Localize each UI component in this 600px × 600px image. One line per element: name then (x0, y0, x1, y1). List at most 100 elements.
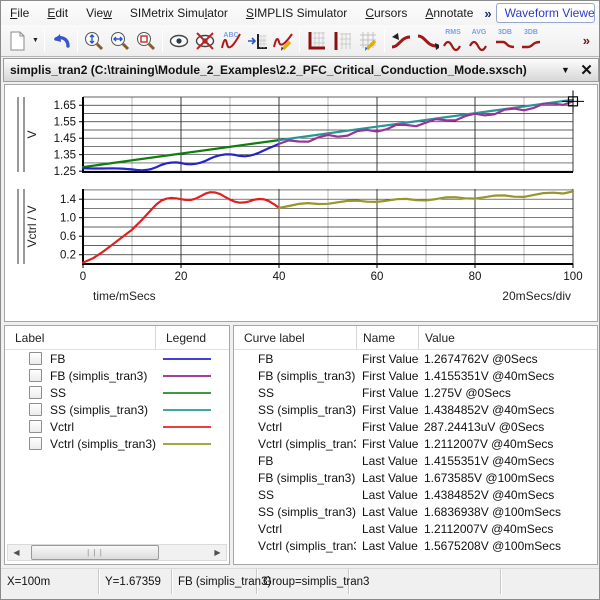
avg-button[interactable]: AVG (466, 28, 492, 54)
waveform-plot[interactable]: 1.251.351.451.551.65V0.20.61.01.40204060… (5, 85, 597, 287)
viewer-mode-value: Waveform Viewer (497, 6, 595, 20)
plot-area[interactable]: 1.251.351.451.551.65V0.20.61.01.40204060… (4, 84, 598, 322)
curve-value-row[interactable]: VctrlFirst Value287.24413uV @0Secs (234, 418, 597, 435)
x-tick-label: 20 (175, 271, 188, 283)
zoom-y-button[interactable] (81, 28, 107, 54)
y-tick-label: 0.2 (60, 250, 76, 262)
hide-curve-button[interactable] (192, 28, 218, 54)
toolbar-separator (384, 30, 385, 52)
scroll-left-icon[interactable]: ◀ (8, 545, 25, 560)
curve-value-row[interactable]: Vctrl (simplis_tran3)Last Value1.5675208… (234, 537, 597, 554)
curve-label-button[interactable]: ABC (218, 28, 244, 54)
curve-checkbox[interactable] (29, 420, 42, 433)
new-file-icon (7, 30, 27, 52)
y-axis-title: Vctrl / V (25, 205, 39, 247)
toolbar: ▼ (1, 25, 599, 57)
legend-header-label: Label (5, 326, 155, 349)
curve-value-row[interactable]: FBLast Value1.4155351V @40mSecs (234, 452, 597, 469)
curve-value-row[interactable]: SS (simplis_tran3)First Value1.4384852V … (234, 401, 597, 418)
curve-checkbox[interactable] (29, 352, 42, 365)
toolbar-overflow-chevron[interactable]: » (583, 33, 590, 48)
curve-label: Vctrl (50, 420, 74, 434)
value-cell-curve: FB (simplis_tran3) (234, 369, 356, 383)
lowpass-button[interactable]: 3DB (492, 28, 518, 54)
y-tick-label: 1.0 (60, 213, 76, 225)
legend-line-swatch (163, 407, 211, 413)
graph-window-title: simplis_tran2 (C:\training\Module_2_Exam… (4, 63, 527, 77)
undo-button[interactable] (48, 28, 74, 54)
status-bar: X=100m Y=1.67359 FB (simplis_tran3) Grou… (1, 568, 599, 594)
zoom-x-button[interactable] (107, 28, 133, 54)
value-cell-name: Last Value (356, 454, 418, 468)
menu-overflow-chevron[interactable]: » (484, 6, 491, 21)
rms-button[interactable]: RMS (440, 28, 466, 54)
menu-item-simplis-simulator[interactable]: SIMPLIS Simulator (237, 2, 356, 24)
edit-curve-button[interactable] (270, 28, 296, 54)
add-y-axis-icon (331, 30, 353, 52)
curve-label: FB (simplis_tran3) (50, 369, 147, 383)
legend-horizontal-scrollbar[interactable]: ◀ | | | ▶ (7, 544, 227, 561)
menu-item-annotate[interactable]: Annotate (416, 2, 482, 24)
menu-item-edit[interactable]: Edit (38, 2, 77, 24)
curve-checkbox[interactable] (29, 403, 42, 416)
graph-minimize-button[interactable]: ▼ (556, 61, 575, 80)
curve-value-row[interactable]: FBFirst Value1.2674762V @0Secs (234, 350, 597, 367)
menu-item-cursors[interactable]: Cursors (356, 2, 416, 24)
add-y-axis-button[interactable] (329, 28, 355, 54)
menu-item-file[interactable]: File (1, 2, 38, 24)
value-cell-name: First Value (356, 352, 418, 366)
legend-row[interactable]: SS (5, 384, 229, 401)
legend-row[interactable]: Vctrl (5, 418, 229, 435)
legend-row[interactable]: Vctrl (simplis_tran3) (5, 435, 229, 452)
curve-checkbox[interactable] (29, 386, 42, 399)
highpass-button[interactable]: 3DB (518, 28, 544, 54)
add-grid-icon (305, 30, 327, 52)
show-curve-button[interactable] (166, 28, 192, 54)
value-cell-curve: Vctrl (simplis_tran3) (234, 437, 356, 451)
legend-row[interactable]: FB (simplis_tran3) (5, 367, 229, 384)
x-tick-label: 60 (371, 271, 384, 283)
menu-item-simetrix-simulator[interactable]: SIMetrix Simulator (121, 2, 237, 24)
status-group-name: Group=simplis_tran3 (257, 569, 349, 594)
value-cell-value: 1.2112007V @40mSecs (418, 522, 597, 536)
rms-icon-label: RMS (440, 29, 466, 36)
scroll-right-icon[interactable]: ▶ (209, 545, 226, 560)
value-cell-curve: SS (simplis_tran3) (234, 505, 356, 519)
new-graph-dropdown-icon[interactable]: ▼ (30, 28, 41, 54)
eye-icon (168, 30, 190, 52)
move-curve-up-button[interactable] (388, 28, 414, 54)
legend-row[interactable]: FB (5, 350, 229, 367)
add-axis-button[interactable] (244, 28, 270, 54)
y-tick-label: 1.25 (54, 166, 76, 178)
curve-checkbox[interactable] (29, 437, 42, 450)
scrollbar-thumb[interactable]: | | | (31, 545, 159, 560)
values-panel-header: Curve label Name Value (234, 326, 597, 350)
add-grid-button[interactable] (303, 28, 329, 54)
graph-window-titlebar[interactable]: simplis_tran2 (C:\training\Module_2_Exam… (3, 58, 599, 82)
menu-item-view[interactable]: View (77, 2, 121, 24)
add-axis-icon (246, 30, 268, 52)
curve-value-row[interactable]: SSLast Value1.4384852V @40mSecs (234, 486, 597, 503)
curve-checkbox[interactable] (29, 369, 42, 382)
value-cell-value: 1.4155351V @40mSecs (418, 454, 597, 468)
viewer-mode-combobox[interactable]: Waveform Viewer ▼ (496, 3, 595, 23)
graph-close-button[interactable]: ✕ (577, 61, 596, 80)
new-graph-button[interactable] (4, 28, 30, 54)
edit-grid-button[interactable] (355, 28, 381, 54)
curve-value-row[interactable]: FB (simplis_tran3)First Value1.4155351V … (234, 367, 597, 384)
curve-value-row[interactable]: SSFirst Value1.275V @0Secs (234, 384, 597, 401)
zoom-box-button[interactable] (133, 28, 159, 54)
y-tick-label: 1.65 (54, 100, 76, 112)
curve-value-row[interactable]: SS (simplis_tran3)Last Value1.6836938V @… (234, 503, 597, 520)
edit-curve-icon (272, 30, 294, 52)
x-tick-label: 100 (563, 271, 582, 283)
legend-row[interactable]: SS (simplis_tran3) (5, 401, 229, 418)
values-header-value: Value (418, 326, 597, 349)
y-tick-label: 1.45 (54, 133, 76, 145)
curve-value-row[interactable]: VctrlLast Value1.2112007V @40mSecs (234, 520, 597, 537)
curve-value-row[interactable]: Vctrl (simplis_tran3)First Value1.211200… (234, 435, 597, 452)
curve-value-row[interactable]: FB (simplis_tran3)Last Value1.673585V @1… (234, 469, 597, 486)
move-curve-down-button[interactable] (414, 28, 440, 54)
value-cell-name: First Value (356, 369, 418, 383)
toolbar-separator (162, 30, 163, 52)
